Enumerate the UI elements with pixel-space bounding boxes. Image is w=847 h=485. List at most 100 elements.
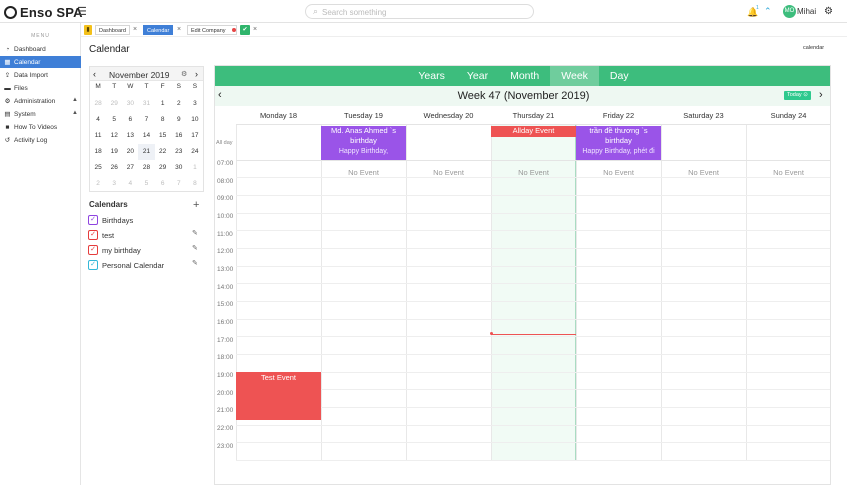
day-cell[interactable]: 27 [122, 160, 138, 176]
day-cell[interactable]: 29 [106, 96, 122, 112]
all-day-event[interactable]: trần đề thương `s birthday Happy Birthda… [576, 126, 661, 160]
all-day-event[interactable]: Md. Anas Ahmed `s birthday Happy Birthda… [321, 126, 406, 160]
checkbox[interactable]: ✓ [88, 230, 98, 240]
chevron-right-icon[interactable]: › [195, 69, 198, 79]
search-icon: ⌕ [313, 6, 319, 16]
sidebar-item-how-to-videos[interactable]: ■ How To Videos [0, 121, 81, 133]
day-cell[interactable]: 20 [122, 144, 138, 160]
day-cell[interactable]: 2 [171, 96, 187, 112]
checkbox[interactable]: ✓ [88, 245, 98, 255]
day-cell[interactable]: 7 [138, 112, 154, 128]
view-years-button[interactable]: Years [407, 66, 455, 86]
close-icon[interactable]: × [177, 25, 181, 35]
day-cell[interactable]: 26 [106, 160, 122, 176]
day-cell[interactable]: 30 [171, 160, 187, 176]
view-year-button[interactable]: Year [456, 66, 499, 86]
tab-edit-company[interactable]: Edit Company [187, 25, 237, 35]
check-icon[interactable]: ✔ [240, 25, 250, 35]
calendar-item-my-birthday[interactable]: ✓ my birthday ✎ [88, 244, 203, 256]
gear-icon[interactable]: ⚙ [181, 70, 187, 78]
plus-icon[interactable]: + [193, 199, 199, 211]
calendar-item-test[interactable]: ✓ test ✎ [88, 229, 203, 241]
day-cell[interactable]: 28 [90, 96, 106, 112]
breadcrumb[interactable]: calendar [803, 45, 824, 51]
day-cell[interactable]: 30 [122, 96, 138, 112]
view-week-button[interactable]: Week [550, 66, 599, 86]
day-cell[interactable]: 9 [171, 112, 187, 128]
day-cell[interactable]: 17 [187, 128, 203, 144]
day-cell[interactable]: 28 [138, 160, 154, 176]
timed-event[interactable]: Test Event [236, 372, 321, 420]
day-cell[interactable]: 16 [171, 128, 187, 144]
tab-calendar[interactable]: Calendar [143, 25, 174, 35]
day-cell[interactable]: 15 [155, 128, 171, 144]
day-cell[interactable]: 7 [171, 176, 187, 192]
day-cell[interactable]: 6 [122, 112, 138, 128]
sidebar-item-data-import[interactable]: ⇪ Data Import [0, 69, 81, 81]
day-cell[interactable]: 3 [106, 176, 122, 192]
day-cell-today[interactable]: 21 [138, 144, 155, 160]
day-cell[interactable]: 19 [106, 144, 122, 160]
day-cell[interactable]: 8 [155, 112, 171, 128]
close-icon[interactable]: × [133, 25, 137, 35]
view-month-button[interactable]: Month [499, 66, 550, 86]
day-cell[interactable]: 24 [187, 144, 203, 160]
sidebar-item-dashboard[interactable]: ◔ Dashboard [0, 43, 81, 55]
search-box[interactable]: ⌕ [305, 4, 534, 19]
user-name[interactable]: Mihai [797, 7, 816, 16]
day-cell[interactable]: 8 [187, 176, 203, 192]
day-cell[interactable]: 25 [90, 160, 106, 176]
close-icon[interactable]: × [253, 25, 257, 35]
search-input[interactable] [322, 7, 527, 17]
avatar[interactable]: MO [783, 5, 796, 18]
mini-calendar-title[interactable]: November 2019 [109, 70, 169, 80]
day-cell[interactable]: 10 [187, 112, 203, 128]
brand[interactable]: Enso SPA [4, 4, 83, 20]
day-cell[interactable]: 11 [90, 128, 106, 144]
pencil-icon[interactable]: ✎ [192, 229, 198, 237]
day-cell[interactable]: 1 [187, 160, 203, 176]
view-day-button[interactable]: Day [599, 66, 640, 86]
grid-line [236, 195, 830, 196]
day-cell[interactable]: 14 [138, 128, 154, 144]
calendar-label: Birthdays [102, 215, 134, 225]
sidebar-item-files[interactable]: ▬ Files [0, 82, 81, 94]
sidebar-item-calendar[interactable]: ▦ Calendar [0, 56, 81, 68]
day-cell[interactable]: 18 [90, 144, 106, 160]
day-cell[interactable]: 5 [106, 112, 122, 128]
chevron-left-icon[interactable]: ‹ [93, 69, 96, 79]
chevron-up-icon[interactable]: ⌃ [764, 6, 772, 17]
gear-icon[interactable]: ⚙ [824, 6, 833, 17]
checkbox[interactable]: ✓ [88, 215, 98, 225]
hour-label: 23:00 [217, 443, 234, 450]
tab-dashboard[interactable]: Dashboard [95, 25, 130, 35]
pencil-icon[interactable]: ✎ [192, 259, 198, 267]
sidebar-item-activity-log[interactable]: ↺ Activity Log [0, 134, 81, 146]
lock-icon[interactable]: ▮ [84, 25, 92, 35]
day-cell[interactable]: 4 [90, 112, 106, 128]
day-cell[interactable]: 13 [122, 128, 138, 144]
mini-calendar-header: ‹ November 2019 ⚙ › [90, 67, 203, 81]
calendar-item-birthdays[interactable]: ✓ Birthdays [88, 214, 203, 226]
sidebar-item-administration[interactable]: ⚙ Administration ▲ [0, 95, 81, 107]
all-day-event[interactable]: Allday Event [491, 126, 576, 137]
day-cell[interactable]: 1 [155, 96, 171, 112]
week-row: 2 3 4 5 6 7 8 [90, 176, 203, 192]
day-cell[interactable]: 29 [155, 160, 171, 176]
day-cell[interactable]: 4 [122, 176, 138, 192]
calendar-item-personal-calendar[interactable]: ✓ Personal Calendar ✎ [88, 259, 203, 271]
hamburger-menu-icon[interactable]: ☰ [77, 5, 87, 18]
pencil-icon[interactable]: ✎ [192, 244, 198, 252]
day-cell[interactable]: 5 [138, 176, 154, 192]
day-cell[interactable]: 6 [155, 176, 171, 192]
day-cell[interactable]: 3 [187, 96, 203, 112]
checkbox[interactable]: ✓ [88, 260, 98, 270]
day-cell[interactable]: 23 [171, 144, 187, 160]
today-button[interactable]: Today ⊙ [784, 91, 811, 100]
day-cell[interactable]: 31 [138, 96, 154, 112]
day-cell[interactable]: 2 [90, 176, 106, 192]
day-cell[interactable]: 12 [106, 128, 122, 144]
sidebar-item-system[interactable]: ▤ System ▲ [0, 108, 81, 120]
day-cell[interactable]: 22 [155, 144, 171, 160]
chevron-right-icon[interactable]: › [819, 89, 823, 101]
